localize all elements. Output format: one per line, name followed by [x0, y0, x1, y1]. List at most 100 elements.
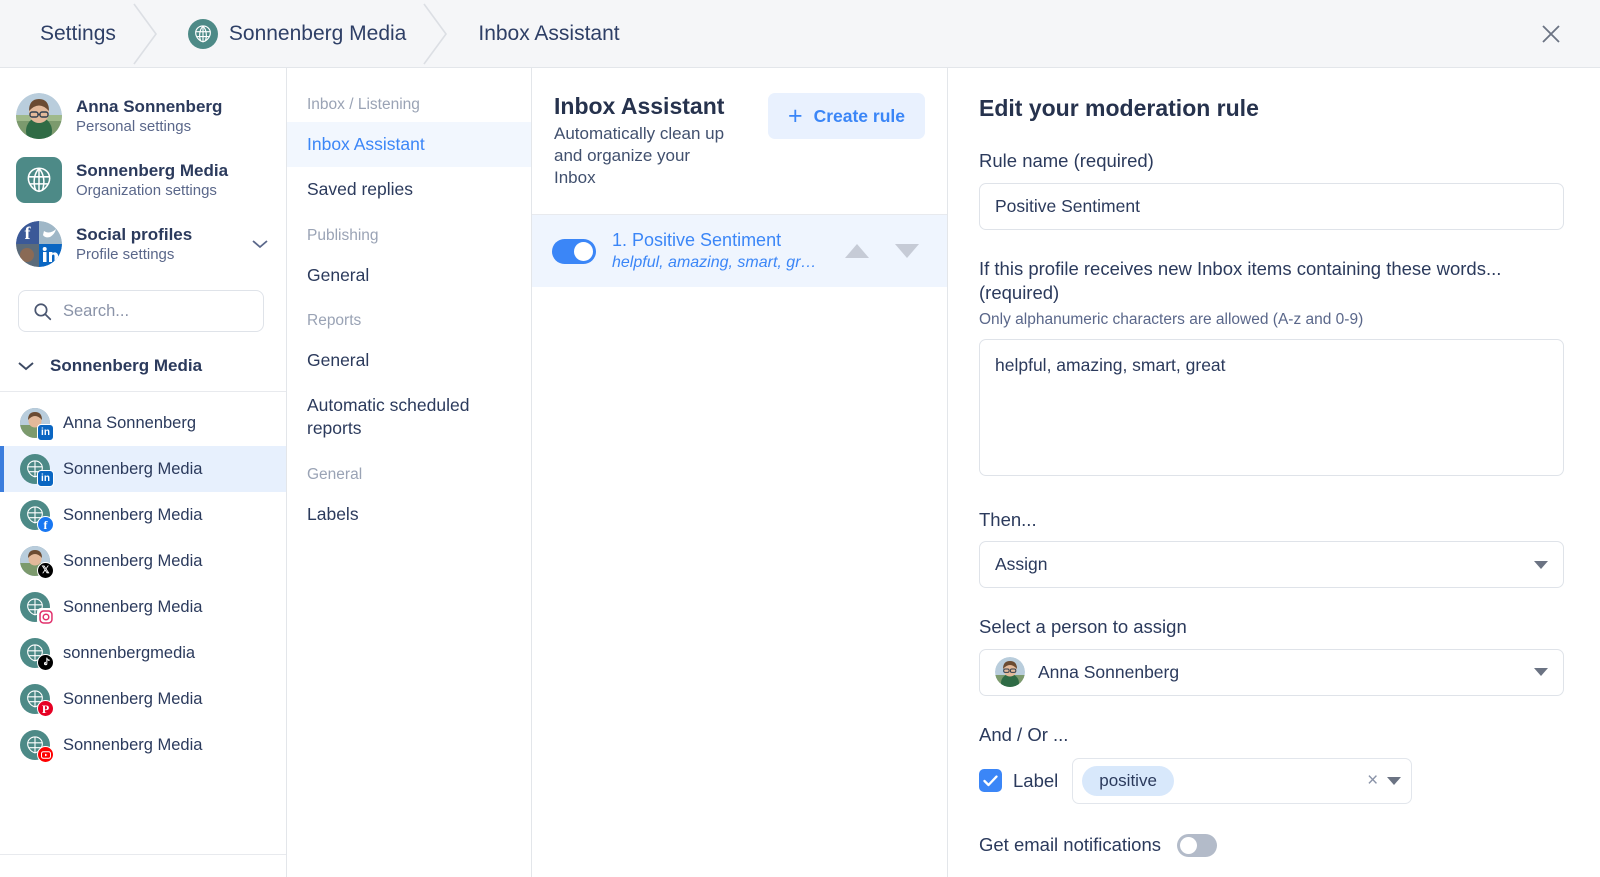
breadcrumb-label: Inbox Assistant: [478, 21, 620, 45]
account-organization-settings[interactable]: Sonnenberg Media Organization settings: [0, 148, 286, 212]
avatar: [20, 638, 54, 671]
rule-name-label: Rule name (required): [979, 150, 1154, 171]
label-select[interactable]: positive ×: [1072, 757, 1413, 804]
profile-row-sonnenberg-linkedin[interactable]: in Sonnenberg Media: [0, 446, 286, 492]
label-checkbox[interactable]: [979, 769, 1002, 793]
search-icon: [33, 302, 52, 321]
rule-name-input[interactable]: [979, 182, 1564, 230]
sonnenberg-logo-icon: [187, 18, 218, 49]
rule-enabled-toggle[interactable]: [552, 238, 596, 264]
and-or-label: And / Or ...: [979, 723, 1069, 745]
profile-name: sonnenbergmedia: [63, 643, 196, 662]
label-checkbox-label: Label: [1013, 769, 1059, 791]
plus-icon: +: [787, 101, 803, 130]
breadcrumb-item-settings[interactable]: Settings: [0, 0, 157, 68]
account-subtitle: Organization settings: [76, 181, 217, 199]
profile-name: Sonnenberg Media: [63, 597, 203, 616]
settings-nav: Inbox / Listening Inbox Assistant Saved …: [287, 68, 532, 877]
tiktok-badge-icon: [37, 654, 54, 671]
profile-row-sonnenberg-pinterest[interactable]: P Sonnenberg Media: [0, 676, 286, 722]
chevron-down-icon[interactable]: [1387, 776, 1402, 785]
youtube-badge-icon: [37, 746, 54, 763]
profile-name: Sonnenberg Media: [63, 551, 203, 570]
assign-person-value: Anna Sonnenberg: [1038, 661, 1180, 682]
avatar: 𝕏: [20, 546, 54, 579]
keywords-textarea[interactable]: [979, 338, 1564, 476]
account-name: Anna Sonnenberg: [76, 96, 223, 116]
account-name: Social profiles: [76, 224, 193, 244]
rules-panel-header: Inbox Assistant Automatically clean up a…: [532, 68, 947, 216]
profile-row-sonnenberg-x[interactable]: 𝕏 Sonnenberg Media: [0, 538, 286, 584]
nav-item-inbox-assistant[interactable]: Inbox Assistant: [287, 122, 531, 168]
rules-panel: Inbox Assistant Automatically clean up a…: [532, 68, 948, 877]
sonnenberg-logo-icon: [16, 157, 62, 203]
social-collage-icon: f: [16, 221, 62, 267]
nav-item-labels[interactable]: Labels: [287, 492, 531, 537]
label-chip: positive: [1082, 765, 1174, 796]
chevron-down-icon: [16, 360, 36, 372]
profile-name: Anna Sonnenberg: [63, 413, 197, 432]
search-box[interactable]: [18, 290, 264, 332]
instagram-badge-icon: [37, 608, 54, 625]
facebook-badge-icon: f: [37, 516, 54, 533]
nav-section-inbox-listening: Inbox / Listening: [307, 96, 420, 113]
nav-item-publishing-general[interactable]: General: [287, 253, 531, 298]
chevron-down-icon[interactable]: [250, 238, 270, 250]
settings-sidebar: Anna Sonnenberg Personal settings Sonnen…: [0, 68, 287, 877]
email-notifications-toggle[interactable]: [1177, 833, 1218, 857]
avatar: [20, 730, 54, 763]
close-icon[interactable]: [1536, 19, 1566, 49]
profile-group-label: Sonnenberg Media: [50, 356, 203, 375]
nav-item-reports-general[interactable]: General: [287, 338, 531, 383]
account-personal-settings[interactable]: Anna Sonnenberg Personal settings: [0, 84, 286, 148]
avatar: in: [20, 408, 54, 441]
account-subtitle: Personal settings: [76, 117, 192, 135]
keywords-hint: Only alphanumeric characters are allowed…: [979, 310, 1364, 328]
profile-row-sonnenbergmedia-tiktok[interactable]: sonnenbergmedia: [0, 630, 286, 676]
nav-section-general: General: [307, 465, 363, 483]
avatar: [995, 657, 1025, 688]
form-title: Edit your moderation rule: [979, 95, 1259, 121]
linkedin-badge-icon: in: [37, 424, 54, 441]
pinterest-badge-icon: P: [37, 700, 54, 717]
profile-name: Sonnenberg Media: [63, 735, 203, 754]
then-label: Then...: [979, 508, 1037, 530]
triangle-down-icon[interactable]: [895, 244, 919, 259]
nav-item-saved-replies[interactable]: Saved replies: [287, 167, 531, 212]
account-social-profiles[interactable]: f Social profiles Profile settings: [0, 212, 286, 276]
then-action-value: Assign: [995, 554, 1048, 575]
profile-row-sonnenberg-instagram[interactable]: Sonnenberg Media: [0, 584, 286, 630]
avatar: f: [20, 500, 54, 533]
breadcrumb-label: Sonnenberg Media: [228, 21, 407, 45]
search-input[interactable]: [63, 301, 249, 321]
nav-section-publishing: Publishing: [307, 226, 379, 244]
assign-person-label: Select a person to assign: [979, 616, 1187, 638]
profile-name: Sonnenberg Media: [63, 689, 203, 708]
breadcrumb-item-organization[interactable]: Sonnenberg Media: [146, 0, 448, 68]
profile-row-sonnenberg-youtube[interactable]: Sonnenberg Media: [0, 722, 286, 768]
avatar: P: [20, 684, 54, 717]
keywords-label: If this profile receives new Inbox items…: [979, 257, 1502, 304]
close-small-icon[interactable]: ×: [1358, 770, 1387, 792]
profile-name: Sonnenberg Media: [63, 459, 203, 478]
svg-text:f: f: [25, 223, 32, 243]
chevron-down-icon: [1534, 560, 1548, 569]
nav-item-automatic-scheduled-reports[interactable]: Automatic scheduled reports: [287, 383, 531, 452]
create-rule-button[interactable]: + Create rule: [767, 93, 925, 139]
breadcrumb-label: Settings: [40, 21, 116, 45]
assign-person-select[interactable]: Anna Sonnenberg: [979, 648, 1564, 696]
then-action-select[interactable]: Assign: [979, 541, 1564, 589]
rule-list-item[interactable]: 1. Positive Sentiment helpful, amazing, …: [532, 215, 947, 288]
page-description: Automatically clean up and organize your…: [554, 124, 725, 187]
account-list: Anna Sonnenberg Personal settings Sonnen…: [0, 68, 286, 276]
profile-group-header[interactable]: Sonnenberg Media: [0, 350, 286, 391]
email-notifications-label: Get email notifications: [979, 834, 1162, 856]
profile-row-anna-linkedin[interactable]: in Anna Sonnenberg: [0, 400, 286, 446]
x-badge-icon: 𝕏: [37, 562, 54, 579]
avatar: in: [20, 454, 54, 487]
rule-name: 1. Positive Sentiment: [612, 230, 782, 251]
triangle-up-icon[interactable]: [845, 244, 869, 259]
profile-row-sonnenberg-facebook[interactable]: f Sonnenberg Media: [0, 492, 286, 538]
avatar: [16, 93, 62, 139]
label-condition-row: Label positive ×: [979, 757, 1564, 804]
